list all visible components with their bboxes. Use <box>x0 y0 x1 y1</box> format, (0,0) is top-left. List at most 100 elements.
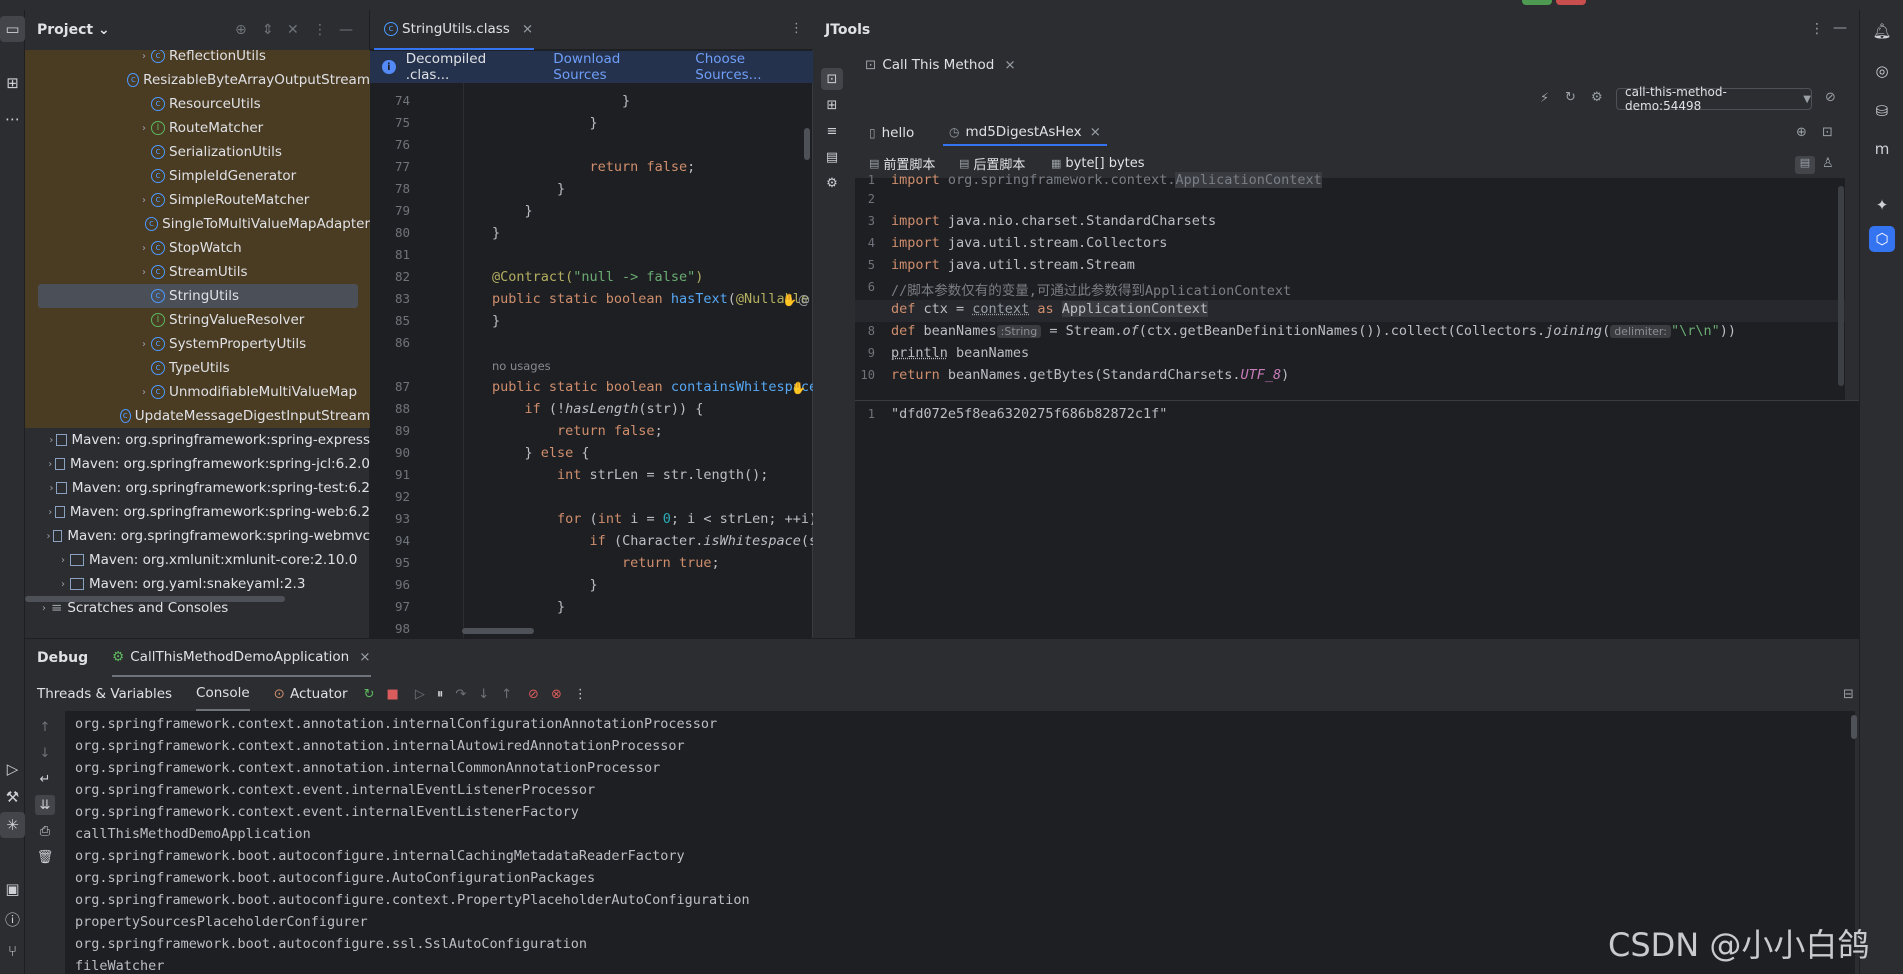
chevron-right-icon[interactable]: › <box>46 435 56 446</box>
editor-scrollbar[interactable] <box>804 128 810 160</box>
view-breakpoints-icon[interactable]: ⊘ <box>528 687 539 702</box>
editor-tab-stringutils[interactable]: c StringUtils.class × <box>374 10 534 50</box>
step-into-icon[interactable]: ↓ <box>478 687 489 702</box>
library-item[interactable]: › Maven: org.springframework:spring-test:… <box>25 476 370 500</box>
hot-deploy-icon[interactable]: ⚡ <box>1540 91 1549 106</box>
call-method-icon[interactable]: ⊡ <box>821 68 843 90</box>
tree-item[interactable]: c SimpleIdGenerator <box>25 164 370 188</box>
choose-sources-link[interactable]: Choose Sources... <box>695 51 813 83</box>
chevron-right-icon[interactable]: › <box>137 339 151 350</box>
pause-icon[interactable]: ⏸︎ <box>437 687 444 702</box>
tree-item[interactable]: c TypeUtils <box>25 356 370 380</box>
expand-all-icon[interactable]: ⇕ <box>262 22 274 38</box>
download-sources-link[interactable]: Download Sources <box>553 51 675 83</box>
plugin-icon[interactable]: ✦ <box>1869 192 1895 218</box>
chevron-right-icon[interactable]: › <box>137 51 151 62</box>
gutter-annotation-icon[interactable]: @ <box>798 293 810 307</box>
editor-mode-icon[interactable]: ▤ <box>1795 156 1815 174</box>
debug-session-tab[interactable]: ⚙ CallThisMethodDemoApplication × <box>112 639 371 677</box>
chevron-right-icon[interactable]: › <box>137 243 151 254</box>
grid-icon[interactable]: ⊞ <box>821 94 843 116</box>
options-icon[interactable]: ⋮ <box>313 22 327 38</box>
scroll-to-end-icon[interactable]: ⇊ <box>35 795 55 815</box>
problems-icon[interactable]: ⓘ <box>0 906 25 932</box>
tree-item[interactable]: › c SystemPropertyUtils <box>25 332 370 356</box>
debug-more-icon[interactable]: ⋮ <box>574 687 587 702</box>
tree-item[interactable]: c ResourceUtils <box>25 92 370 116</box>
connect-icon[interactable]: ⊘ <box>1825 90 1836 105</box>
chevron-right-icon[interactable]: › <box>137 123 151 134</box>
maven-icon[interactable]: m <box>1869 136 1895 162</box>
tree-item[interactable]: c SerializationUtils <box>25 140 370 164</box>
tree-item[interactable]: c SingleToMultiValueMapAdapter <box>25 212 370 236</box>
jtools-icon[interactable]: ⬡ <box>1869 226 1895 252</box>
settings-icon[interactable]: ⚙ <box>821 172 843 194</box>
method-tab-hello[interactable]: ▯ hello <box>863 120 920 146</box>
chevron-right-icon[interactable]: › <box>137 387 151 398</box>
chevron-right-icon[interactable]: › <box>46 459 55 470</box>
run-indicator[interactable] <box>1522 0 1552 5</box>
jtools-options-icon[interactable]: ⋮ <box>1810 21 1824 37</box>
user-icon[interactable]: ♙ <box>1822 156 1834 171</box>
database-tool-icon[interactable]: ⛁ <box>1869 98 1895 124</box>
step-over-icon[interactable]: ↷ <box>455 687 466 702</box>
library-item[interactable]: › Maven: org.springframework:spring-web:6… <box>25 500 370 524</box>
tree-item[interactable]: › c StopWatch <box>25 236 370 260</box>
method-tab-md5[interactable]: ◷ md5DigestAsHex × <box>943 120 1107 146</box>
target-icon[interactable]: ⊕ <box>1796 125 1807 140</box>
print-icon[interactable]: ⎙ <box>35 821 55 841</box>
tree-item[interactable]: › c ReflectionUtils <box>25 50 370 68</box>
run-tool-icon[interactable]: ▷ <box>0 756 25 782</box>
tree-item[interactable]: c ResizableByteArrayOutputStream <box>25 68 370 92</box>
hide-panel-icon[interactable]: — <box>339 22 353 38</box>
chevron-right-icon[interactable]: › <box>37 603 51 614</box>
tab-console[interactable]: Console <box>196 677 250 711</box>
gutter-hand-icon[interactable]: ✋ <box>791 381 806 395</box>
rerun-icon[interactable]: ↻ <box>364 687 375 702</box>
no-usages-hint[interactable]: no usages <box>492 359 551 373</box>
script-scrollbar[interactable] <box>1838 186 1844 386</box>
terminal-icon[interactable]: ▣ <box>0 876 25 902</box>
chevron-right-icon[interactable]: › <box>56 555 70 566</box>
close-session-icon[interactable]: × <box>359 649 370 665</box>
console-output[interactable]: org.springframework.context.annotation.i… <box>65 711 1855 974</box>
chevron-right-icon[interactable]: › <box>46 507 55 518</box>
editor-options-icon[interactable]: ⋮ <box>790 21 803 36</box>
chevron-right-icon[interactable]: › <box>47 483 57 494</box>
tree-item[interactable]: I StringValueResolver <box>25 308 370 332</box>
tree-item[interactable]: › c SimpleRouteMatcher <box>25 188 370 212</box>
layout-settings-icon[interactable]: ⊟ <box>1843 687 1854 702</box>
mute-breakpoints-icon[interactable]: ⊗ <box>551 687 562 702</box>
close-tab-icon[interactable]: × <box>522 21 533 37</box>
soft-wrap-icon[interactable]: ↵ <box>35 769 55 789</box>
scroll-up-icon[interactable]: ↑ <box>35 717 55 737</box>
resume-icon[interactable]: ▷ <box>415 687 425 702</box>
project-hscrollbar[interactable] <box>25 596 285 602</box>
layout-icon[interactable]: ⊡ <box>1822 125 1833 140</box>
close-method-tab-icon[interactable]: × <box>1090 124 1101 140</box>
library-item[interactable]: › Maven: org.xmlunit:xmlunit-core:2.10.0 <box>25 548 370 572</box>
stop-indicator[interactable] <box>1556 0 1586 5</box>
step-out-icon[interactable]: ↑ <box>501 687 512 702</box>
stop-icon[interactable]: ■ <box>387 687 399 702</box>
app-select[interactable]: call-this-method-demo:54498 ▼ <box>1616 85 1812 113</box>
library-item[interactable]: › Maven: org.yaml:snakeyaml:2.3 <box>25 572 370 596</box>
chevron-right-icon[interactable]: › <box>44 531 53 542</box>
close-call-tab-icon[interactable]: × <box>1004 57 1015 73</box>
chevron-right-icon[interactable]: › <box>56 579 70 590</box>
clear-all-icon[interactable]: 🗑︎ <box>35 847 55 867</box>
project-panel-title[interactable]: Project ⌄ <box>37 22 110 38</box>
console-scrollbar[interactable] <box>1851 715 1857 739</box>
more-tools-icon[interactable]: ⋯ <box>0 106 25 132</box>
tab-threads-variables[interactable]: Threads & Variables <box>37 686 172 702</box>
debug-tool-icon[interactable]: ✳ <box>0 812 25 838</box>
tab-actuator[interactable]: ⊙ Actuator <box>274 686 348 702</box>
library-item[interactable]: › Maven: org.springframework:spring-webmv… <box>25 524 370 548</box>
ai-assistant-icon[interactable]: ◎ <box>1869 58 1895 84</box>
tree-item[interactable]: › c StreamUtils <box>25 260 370 284</box>
config-gear-icon[interactable]: ⚙ <box>1591 90 1603 105</box>
tree-item[interactable]: › c UnmodifiableMultiValueMap <box>25 380 370 404</box>
sliders-icon[interactable]: ≡ <box>821 120 843 142</box>
refresh-icon[interactable]: ↻ <box>1565 90 1576 105</box>
git-icon[interactable]: ⑂ <box>0 938 25 964</box>
